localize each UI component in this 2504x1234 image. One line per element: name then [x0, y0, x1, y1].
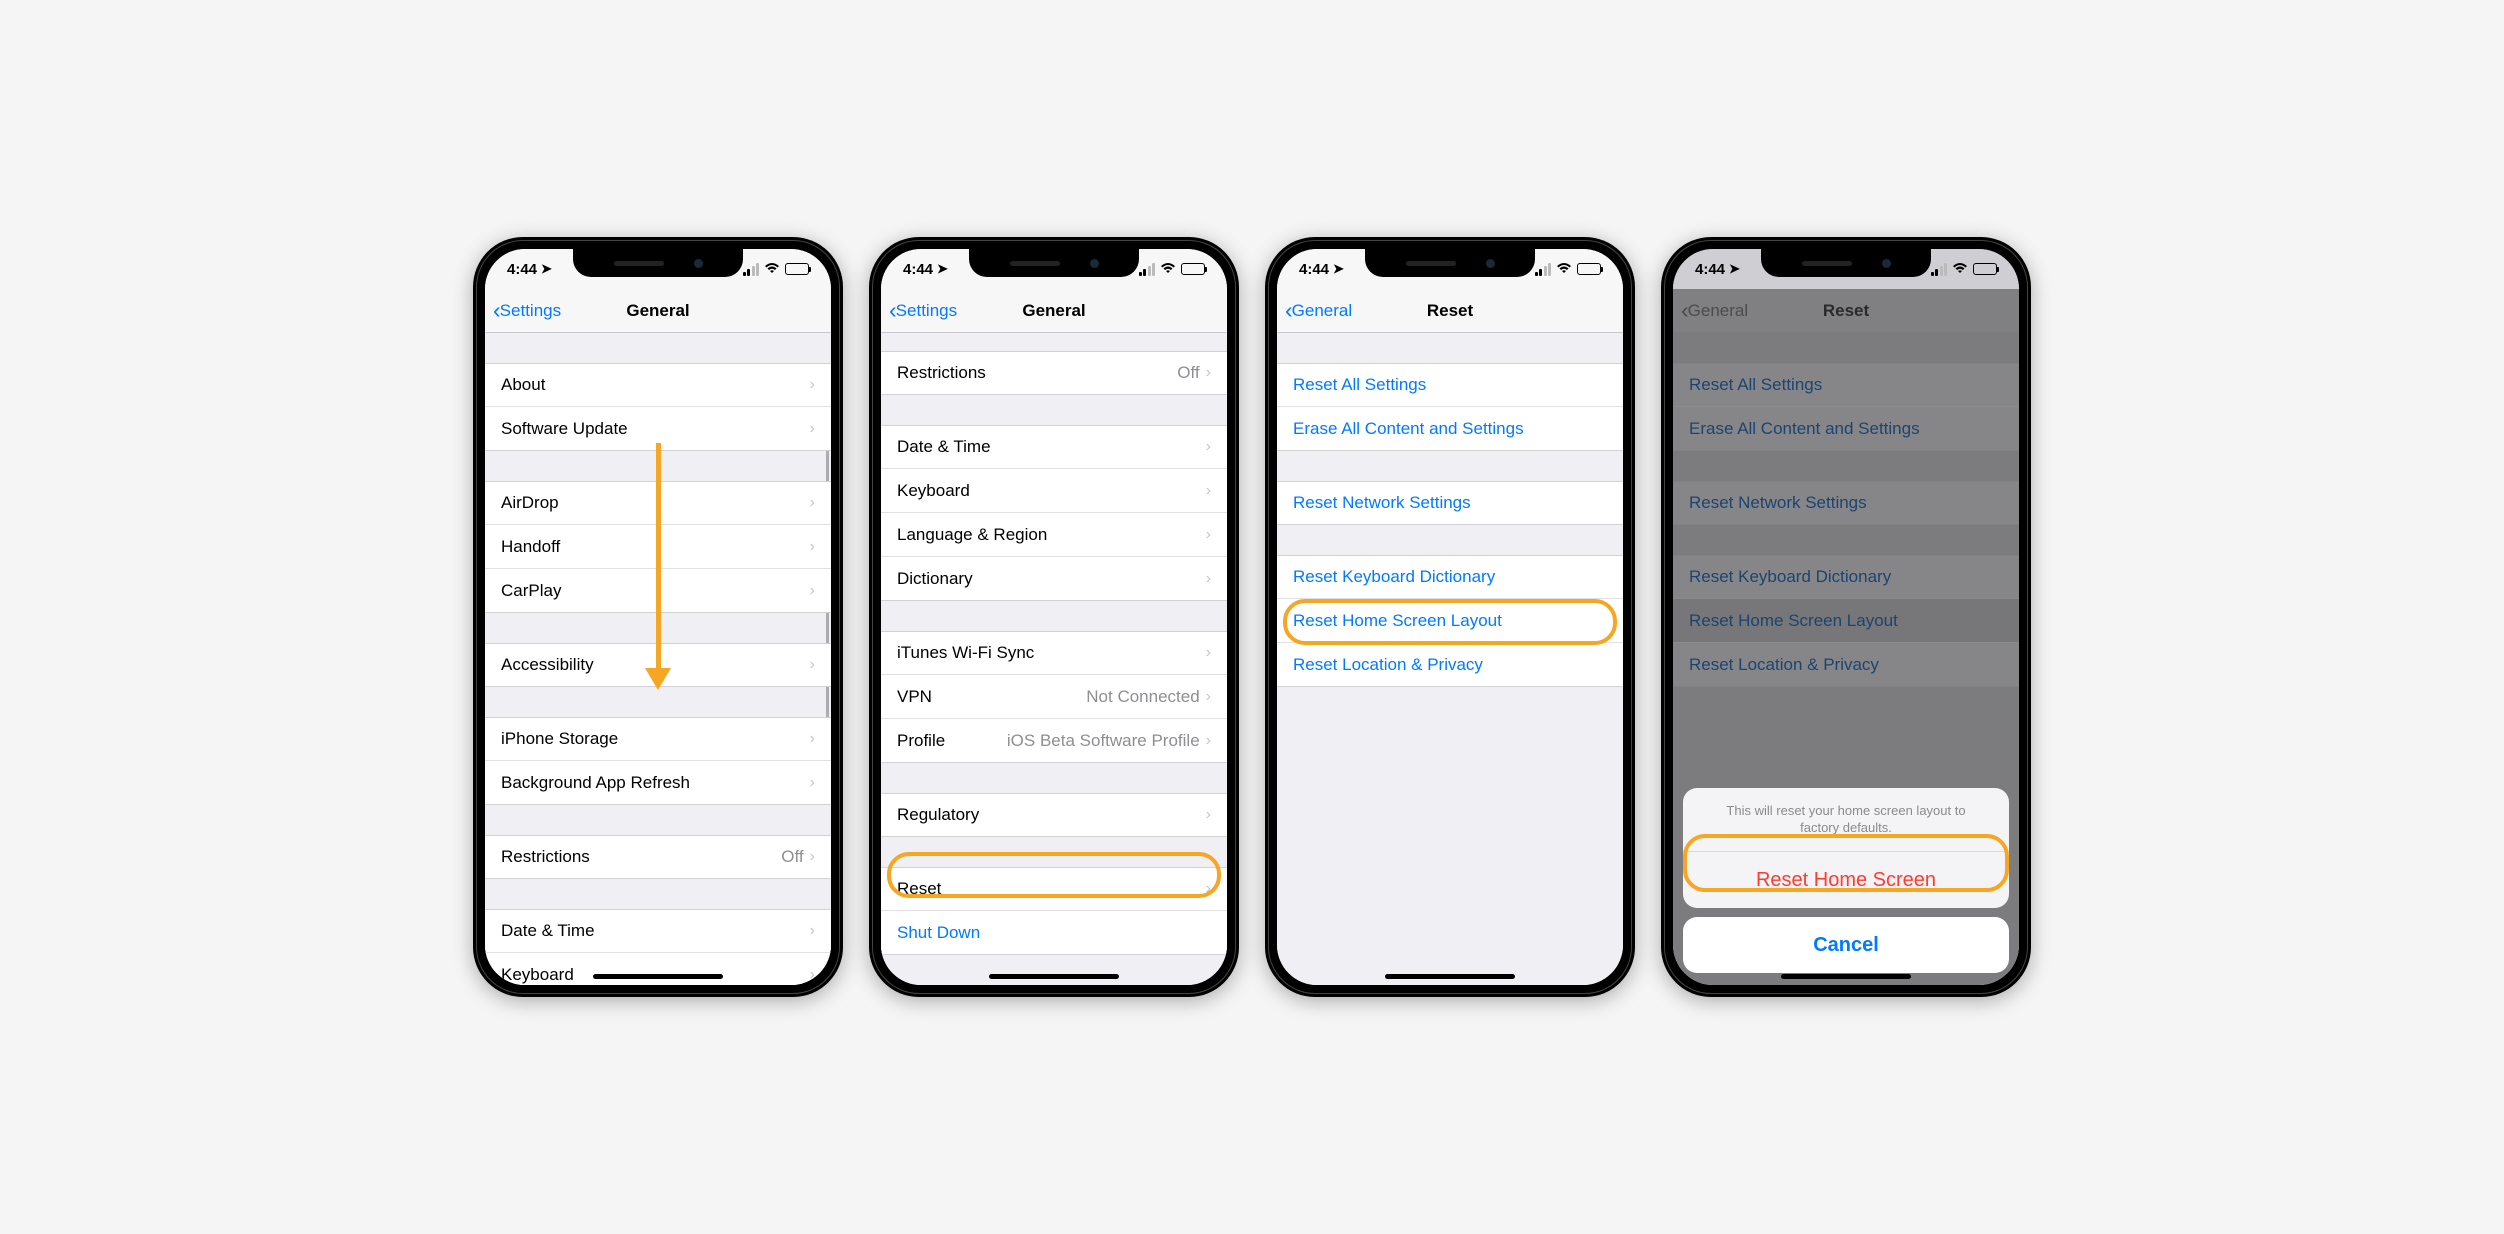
back-button[interactable]: ‹General [1285, 297, 1352, 324]
row-reset-all-settings[interactable]: Reset All Settings [1277, 363, 1623, 407]
row-shut-down[interactable]: Shut Down [881, 911, 1227, 955]
nav-bar: ‹Settings General [881, 289, 1227, 333]
location-icon: ➤ [937, 261, 948, 277]
chevron-right-icon: › [1206, 806, 1211, 824]
chevron-right-icon: › [810, 538, 815, 556]
row-reset-keyboard-dictionary[interactable]: Reset Keyboard Dictionary [1277, 555, 1623, 599]
content-scroll[interactable]: About› Software Update› AirDrop› Handoff… [485, 333, 831, 985]
chevron-right-icon: › [810, 376, 815, 394]
nav-bar: ‹General Reset [1277, 289, 1623, 333]
location-icon: ➤ [541, 261, 552, 277]
scroll-down-arrow-annotation [645, 443, 671, 690]
wifi-icon [1952, 261, 1968, 277]
chevron-right-icon: › [810, 922, 815, 940]
row-erase-all-content[interactable]: Erase All Content and Settings [1277, 407, 1623, 451]
row-restrictions[interactable]: RestrictionsOff› [485, 835, 831, 879]
row-date-time[interactable]: Date & Time› [881, 425, 1227, 469]
location-icon: ➤ [1333, 261, 1344, 277]
notch [1365, 249, 1535, 277]
screen: 4:44➤ ‹General Reset Reset All Settings … [1673, 249, 2019, 985]
status-time: 4:44 [903, 261, 933, 278]
action-sheet-message: This will reset your home screen layout … [1683, 788, 2009, 852]
battery-icon [1973, 263, 1997, 275]
row-keyboard[interactable]: Keyboard› [881, 469, 1227, 513]
battery-icon [1577, 263, 1601, 275]
cancel-button[interactable]: Cancel [1683, 917, 2009, 973]
row-iphone-storage[interactable]: iPhone Storage› [485, 717, 831, 761]
row-vpn[interactable]: VPNNot Connected› [881, 675, 1227, 719]
home-indicator[interactable] [593, 974, 723, 979]
action-sheet: This will reset your home screen layout … [1683, 788, 2009, 973]
row-reset-location-privacy[interactable]: Reset Location & Privacy [1277, 643, 1623, 687]
signal-icon [1535, 263, 1552, 276]
home-indicator[interactable] [1385, 974, 1515, 979]
chevron-right-icon: › [810, 582, 815, 600]
screen: 4:44➤ ‹General Reset Reset All Settings … [1277, 249, 1623, 985]
row-profile[interactable]: ProfileiOS Beta Software Profile› [881, 719, 1227, 763]
notch [1761, 249, 1931, 277]
battery-icon [1181, 263, 1205, 275]
back-button[interactable]: ‹Settings [889, 297, 957, 324]
chevron-right-icon: › [1206, 732, 1211, 750]
chevron-right-icon: › [810, 848, 815, 866]
signal-icon [1931, 263, 1948, 276]
back-label: General [1292, 301, 1352, 321]
chevron-right-icon: › [1206, 364, 1211, 382]
row-date-time[interactable]: Date & Time› [485, 909, 831, 953]
phone-mockup-4: 4:44➤ ‹General Reset Reset All Settings … [1661, 237, 2031, 997]
row-reset[interactable]: Reset› [881, 867, 1227, 911]
status-time: 4:44 [1695, 261, 1725, 278]
battery-icon [785, 263, 809, 275]
row-regulatory[interactable]: Regulatory› [881, 793, 1227, 837]
signal-icon [1139, 263, 1156, 276]
phone-mockup-2: 4:44➤ ‹Settings General RestrictionsOff›… [869, 237, 1239, 997]
chevron-right-icon: › [1206, 880, 1211, 898]
back-label: Settings [896, 301, 957, 321]
chevron-right-icon: › [810, 966, 815, 984]
row-itunes-wifi-sync[interactable]: iTunes Wi-Fi Sync› [881, 631, 1227, 675]
wifi-icon [1160, 261, 1176, 277]
chevron-right-icon: › [1206, 438, 1211, 456]
back-button[interactable]: ‹ Settings [493, 297, 561, 324]
screen: 4:44➤ ‹Settings General RestrictionsOff›… [881, 249, 1227, 985]
row-about[interactable]: About› [485, 363, 831, 407]
notch [969, 249, 1139, 277]
back-label: Settings [500, 301, 561, 321]
home-indicator[interactable] [1781, 974, 1911, 979]
chevron-right-icon: › [1206, 570, 1211, 588]
chevron-right-icon: › [810, 730, 815, 748]
row-background-app-refresh[interactable]: Background App Refresh› [485, 761, 831, 805]
status-time: 4:44 [1299, 261, 1329, 278]
chevron-right-icon: › [1206, 644, 1211, 662]
reset-home-screen-button[interactable]: Reset Home Screen [1683, 852, 2009, 908]
screen: 4:44 ➤ ‹ Settings General About› Softw [485, 249, 831, 985]
chevron-right-icon: › [1206, 688, 1211, 706]
location-icon: ➤ [1729, 261, 1740, 277]
row-dictionary[interactable]: Dictionary› [881, 557, 1227, 601]
wifi-icon [764, 261, 780, 277]
row-reset-network-settings[interactable]: Reset Network Settings [1277, 481, 1623, 525]
phone-mockup-1: 4:44 ➤ ‹ Settings General About› Softw [473, 237, 843, 997]
content-scroll[interactable]: RestrictionsOff› Date & Time› Keyboard› … [881, 333, 1227, 985]
chevron-right-icon: › [1206, 482, 1211, 500]
chevron-right-icon: › [810, 420, 815, 438]
row-language-region[interactable]: Language & Region› [881, 513, 1227, 557]
wifi-icon [1556, 261, 1572, 277]
chevron-right-icon: › [810, 494, 815, 512]
content-scroll[interactable]: Reset All Settings Erase All Content and… [1277, 333, 1623, 985]
row-reset-home-screen-layout[interactable]: Reset Home Screen Layout [1277, 599, 1623, 643]
nav-bar: ‹ Settings General [485, 289, 831, 333]
chevron-right-icon: › [810, 656, 815, 674]
chevron-right-icon: › [1206, 526, 1211, 544]
phone-mockup-3: 4:44➤ ‹General Reset Reset All Settings … [1265, 237, 1635, 997]
row-keyboard[interactable]: Keyboard› [485, 953, 831, 985]
chevron-right-icon: › [810, 774, 815, 792]
status-time: 4:44 [507, 261, 537, 278]
notch [573, 249, 743, 277]
signal-icon [743, 263, 760, 276]
home-indicator[interactable] [989, 974, 1119, 979]
row-restrictions[interactable]: RestrictionsOff› [881, 351, 1227, 395]
